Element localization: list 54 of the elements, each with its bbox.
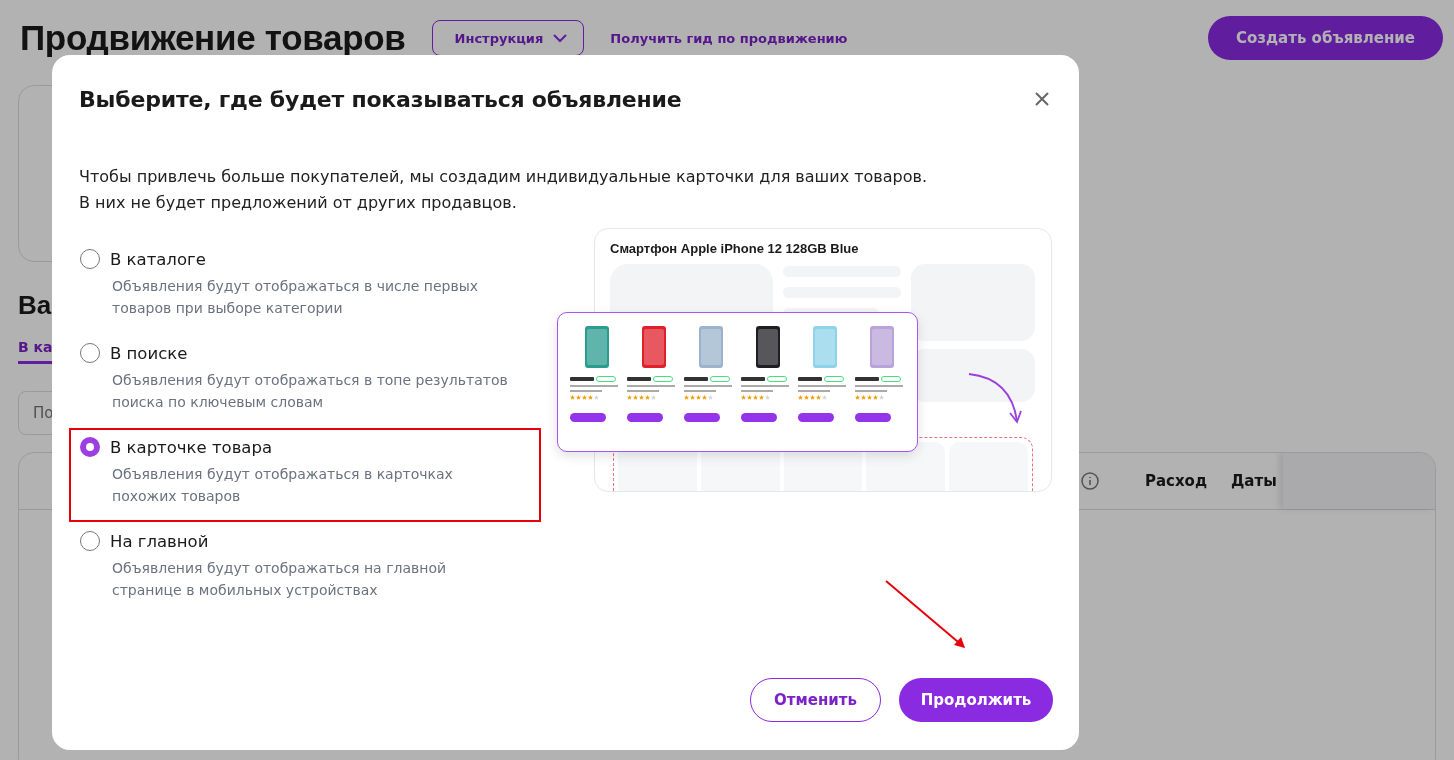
cart-pill xyxy=(855,413,891,422)
phone-icon xyxy=(698,325,724,369)
name-line xyxy=(684,390,716,392)
cart-pill xyxy=(570,413,606,422)
product-title: Смартфон Apple iPhone 12 128GB Blue xyxy=(610,241,859,256)
option-hint: Объявления будут отображаться в карточках похожих товаров xyxy=(112,465,454,506)
info-icon[interactable] xyxy=(1080,472,1099,490)
modal-description: Чтобы привлечь больше покупателей, мы создадим индивидуальные карточки для ваших товаров. В них не будет предложений от других продавцов. xyxy=(79,166,928,214)
option-label[interactable]: В карточке товара xyxy=(110,437,273,457)
phone-icon xyxy=(641,325,667,369)
cart-pill xyxy=(627,413,663,422)
bonus-tag xyxy=(767,376,787,382)
name-line xyxy=(798,390,830,392)
bonus-tag xyxy=(881,376,901,382)
option-hint: Объявления будут отображаться в числе первых товаров при выборе категории xyxy=(112,277,479,318)
column-header: Расход xyxy=(1144,472,1207,490)
name-line xyxy=(570,385,618,387)
cancel-button[interactable]: Отменить xyxy=(750,678,881,722)
instruction-dropdown[interactable]: Инструкция xyxy=(431,20,585,56)
modal-title: Выберите, где будет показываться объявление xyxy=(79,86,682,112)
name-line xyxy=(684,385,732,387)
name-line xyxy=(798,385,846,387)
option-label[interactable]: В каталоге xyxy=(110,249,206,269)
bonus-tag xyxy=(596,376,616,382)
radio-button[interactable] xyxy=(80,437,100,457)
name-line xyxy=(855,385,903,387)
option-label[interactable]: В поиске xyxy=(110,343,188,363)
cart-pill xyxy=(741,413,777,422)
name-line xyxy=(627,385,675,387)
name-line xyxy=(627,390,659,392)
option-label[interactable]: На главной xyxy=(110,531,209,551)
name-line xyxy=(855,390,887,392)
create-ad-button[interactable]: Создать объявление xyxy=(1207,16,1443,60)
option-hint: Объявления будут отображаться в топе результатов поиска по ключевым словам xyxy=(112,371,509,412)
bonus-tag xyxy=(653,376,673,382)
name-line xyxy=(741,390,773,392)
phone-icon xyxy=(869,325,895,369)
cart-pill xyxy=(684,413,720,422)
name-line xyxy=(741,385,789,387)
guide-link[interactable]: Получить гид по продвижению xyxy=(610,30,848,46)
cart-pill xyxy=(798,413,834,422)
column-header: Даты xyxy=(1231,472,1278,490)
phone-icon xyxy=(755,325,781,369)
phone-icon xyxy=(812,325,838,369)
chevron-down-icon xyxy=(553,33,568,43)
continue-button[interactable]: Продолжить xyxy=(899,678,1053,722)
name-line xyxy=(570,390,602,392)
section-heading: Ва xyxy=(18,290,52,321)
bonus-tag xyxy=(710,376,730,382)
phone-icon xyxy=(584,325,610,369)
page-title: Продвижение товаров xyxy=(20,18,406,58)
option-hint: Объявления будут отображаться на главной странице в мобильных устройствах xyxy=(112,559,448,600)
close-icon xyxy=(1035,92,1049,106)
bonus-tag xyxy=(824,376,844,382)
